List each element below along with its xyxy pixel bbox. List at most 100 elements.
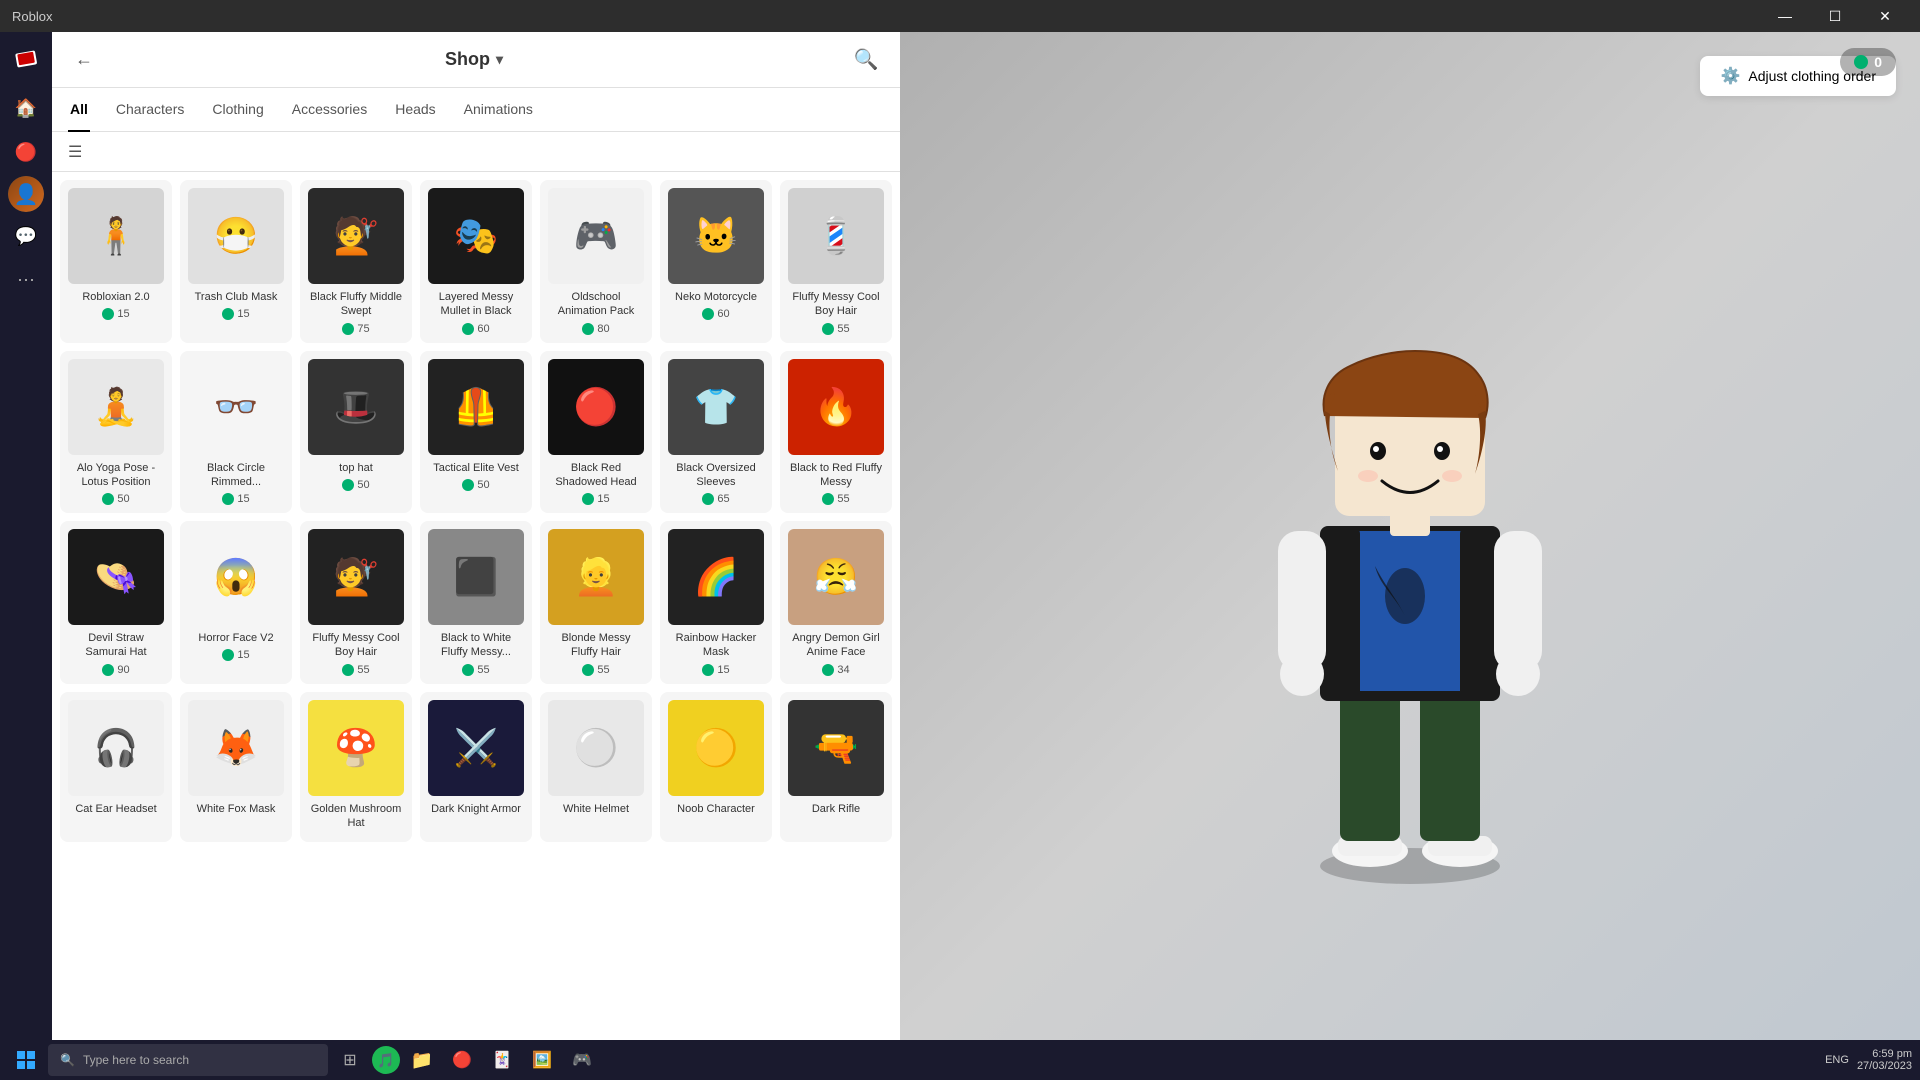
item-card[interactable]: 🎧Cat Ear Headset (60, 692, 172, 843)
item-card[interactable]: ⬛Black to White Fluffy Messy...55 (420, 521, 532, 684)
item-card[interactable]: 😤Angry Demon Girl Anime Face34 (780, 521, 892, 684)
item-card[interactable]: 😷Trash Club Mask15 (180, 180, 292, 343)
item-card[interactable]: 🍄Golden Mushroom Hat (300, 692, 412, 843)
taskbar-solitaire-icon[interactable]: 🃏 (484, 1042, 520, 1078)
taskbar-date: 27/03/2023 (1857, 1060, 1912, 1072)
item-name: Black Oversized Sleeves (668, 461, 764, 490)
search-button[interactable]: 🔍 (848, 42, 884, 78)
item-name: Noob Character (668, 802, 764, 816)
item-name: Blonde Messy Fluffy Hair (548, 631, 644, 660)
item-card[interactable]: 🌈 Rainbow Hacker Mask 15 (660, 521, 772, 684)
taskbar-photos-icon[interactable]: 🖼️ (524, 1042, 560, 1078)
item-image: 💇 (308, 188, 404, 284)
robux-price-icon (342, 479, 354, 491)
item-image: 🍄 (308, 700, 404, 796)
item-card[interactable]: 🎮Oldschool Animation Pack80 (540, 180, 652, 343)
item-card[interactable]: 🧘Alo Yoga Pose - Lotus Position50 (60, 351, 172, 514)
item-card[interactable]: 🟡Noob Character (660, 692, 772, 843)
robux-price-icon (582, 493, 594, 505)
item-card[interactable]: 🔴Black Red Shadowed Head15 (540, 351, 652, 514)
tab-all[interactable]: All (68, 88, 90, 132)
taskbar-roblox-icon[interactable]: 🎮 (564, 1042, 600, 1078)
restore-button[interactable]: ☐ (1812, 0, 1858, 32)
item-card[interactable]: 💈Fluffy Messy Cool Boy Hair55 (780, 180, 892, 343)
item-card[interactable]: 💇Black Fluffy Middle Swept75 (300, 180, 412, 343)
title-bar-controls: — ☐ ✕ (1762, 0, 1908, 32)
tab-animations[interactable]: Animations (462, 88, 535, 132)
app-body: 🏠 🔴 👤 💬 ⋯ ← Shop ▾ 🔍 All Characters Clot… (0, 32, 1920, 1040)
item-name: top hat (308, 461, 404, 475)
item-image: 🔫 (788, 700, 884, 796)
item-price-value: 15 (597, 493, 609, 505)
item-image: 🎭 (428, 188, 524, 284)
item-card[interactable]: ⚪White Helmet (540, 692, 652, 843)
item-price-value: 75 (357, 323, 369, 335)
item-name: Horror Face V2 (188, 631, 284, 645)
close-button[interactable]: ✕ (1862, 0, 1908, 32)
taskbar-folder-icon[interactable]: 📁 (404, 1042, 440, 1078)
tab-accessories[interactable]: Accessories (290, 88, 369, 132)
minimize-button[interactable]: — (1762, 0, 1808, 32)
item-price: 80 (582, 323, 609, 335)
item-card[interactable]: 🐱Neko Motorcycle60 (660, 180, 772, 343)
item-name: Neko Motorcycle (668, 290, 764, 304)
taskbar-spotify-icon[interactable]: 🎵 (372, 1046, 400, 1074)
item-price: 55 (462, 664, 489, 676)
tab-clothing[interactable]: Clothing (210, 88, 265, 132)
item-card[interactable]: 👕Black Oversized Sleeves65 (660, 351, 772, 514)
items-grid-container[interactable]: 🧍Robloxian 2.015😷Trash Club Mask15💇Black… (52, 172, 900, 1040)
item-image: ⬛ (428, 529, 524, 625)
item-card[interactable]: 👒Devil Straw Samurai Hat90 (60, 521, 172, 684)
taskbar-search-box[interactable]: 🔍 Type here to search (48, 1044, 328, 1076)
item-image: 🌈 (668, 529, 764, 625)
item-card[interactable]: 🎭Layered Messy Mullet in Black60 (420, 180, 532, 343)
roblox-logo (8, 40, 44, 76)
item-price: 34 (822, 664, 849, 676)
filter-icon[interactable]: ☰ (68, 142, 82, 162)
item-card[interactable]: 🔥Black to Red Fluffy Messy55 (780, 351, 892, 514)
item-name: Cat Ear Headset (68, 802, 164, 816)
item-price: 55 (822, 493, 849, 505)
item-price-value: 90 (117, 664, 129, 676)
item-card[interactable]: ⚔️Dark Knight Armor (420, 692, 532, 843)
item-card[interactable]: 🔫Dark Rifle (780, 692, 892, 843)
sidebar-home-icon[interactable]: 🏠 (6, 88, 46, 128)
item-price-value: 55 (477, 664, 489, 676)
item-card[interactable]: 👱Blonde Messy Fluffy Hair55 (540, 521, 652, 684)
robux-price-icon (702, 664, 714, 676)
item-name: Black Circle Rimmed... (188, 461, 284, 490)
taskbar-task-view[interactable]: ⊞ (332, 1042, 368, 1078)
item-image: 🔴 (548, 359, 644, 455)
item-card[interactable]: 💇Fluffy Messy Cool Boy Hair55 (300, 521, 412, 684)
item-price-value: 60 (477, 323, 489, 335)
item-card[interactable]: 🎩top hat50 (300, 351, 412, 514)
item-name: Rainbow Hacker Mask (668, 631, 764, 660)
tab-characters[interactable]: Characters (114, 88, 186, 132)
taskbar-opera-icon[interactable]: 🔴 (444, 1042, 480, 1078)
item-card[interactable]: 👓Black Circle Rimmed...15 (180, 351, 292, 514)
start-button[interactable] (8, 1042, 44, 1078)
item-price: 65 (702, 493, 729, 505)
item-card[interactable]: 🧍Robloxian 2.015 (60, 180, 172, 343)
item-card[interactable]: 🦺Tactical Elite Vest50 (420, 351, 532, 514)
item-card[interactable]: 😱Horror Face V215 (180, 521, 292, 684)
shop-label: Shop (445, 49, 490, 70)
item-price: 50 (342, 479, 369, 491)
item-image: 👒 (68, 529, 164, 625)
sidebar-chat-icon[interactable]: 💬 (6, 216, 46, 256)
tab-heads[interactable]: Heads (393, 88, 437, 132)
item-image: 💇 (308, 529, 404, 625)
item-price-value: 15 (237, 493, 249, 505)
sidebar-more-icon[interactable]: ⋯ (6, 260, 46, 300)
item-card[interactable]: 🦊White Fox Mask (180, 692, 292, 843)
sidebar-avatar[interactable]: 👤 (8, 176, 44, 212)
sidebar-discover-icon[interactable]: 🔴 (6, 132, 46, 172)
item-name: Tactical Elite Vest (428, 461, 524, 475)
title-bar: Roblox — ☐ ✕ (0, 0, 1920, 32)
item-price-value: 65 (717, 493, 729, 505)
item-image: ⚔️ (428, 700, 524, 796)
back-button[interactable]: ← (68, 44, 100, 76)
item-price-value: 15 (717, 664, 729, 676)
items-grid: 🧍Robloxian 2.015😷Trash Club Mask15💇Black… (60, 180, 892, 842)
item-image: 😷 (188, 188, 284, 284)
